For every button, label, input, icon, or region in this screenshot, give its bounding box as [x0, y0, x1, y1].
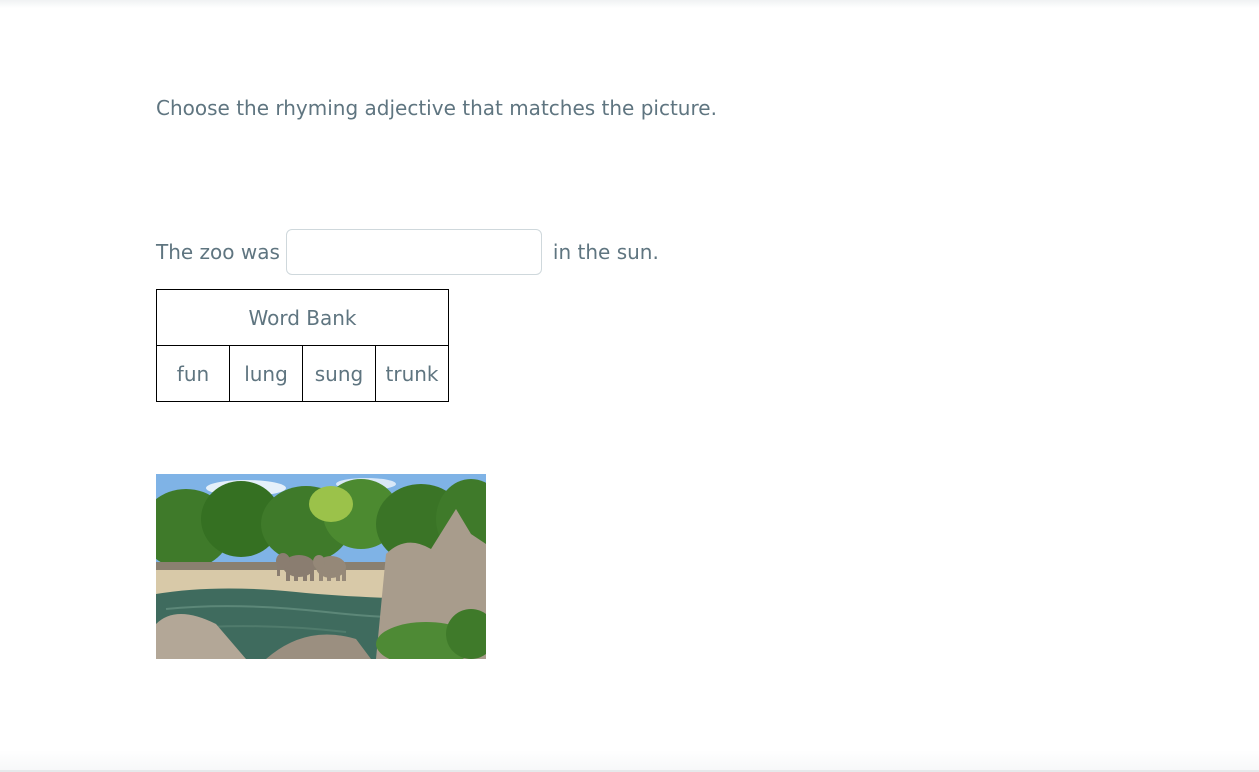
top-header-shadow: [0, 0, 1259, 8]
bottom-footer-bar: [0, 750, 1259, 772]
word-bank-word: sung: [302, 345, 376, 402]
word-bank-word: fun: [156, 345, 230, 402]
word-bank-title: Word Bank: [156, 289, 449, 346]
fill-in-sentence: The zoo was in the sun.: [156, 229, 659, 275]
sentence-after: in the sun.: [552, 240, 659, 264]
word-bank-word: lung: [229, 345, 303, 402]
word-bank-word: trunk: [375, 345, 449, 402]
question-instruction: Choose the rhyming adjective that matche…: [156, 96, 717, 120]
answer-input[interactable]: [285, 229, 542, 275]
zoo-elephants-picture: [156, 474, 486, 659]
sentence-before: The zoo was: [156, 240, 280, 264]
word-bank-table: Word Bank fun lung sung trunk: [156, 289, 449, 402]
